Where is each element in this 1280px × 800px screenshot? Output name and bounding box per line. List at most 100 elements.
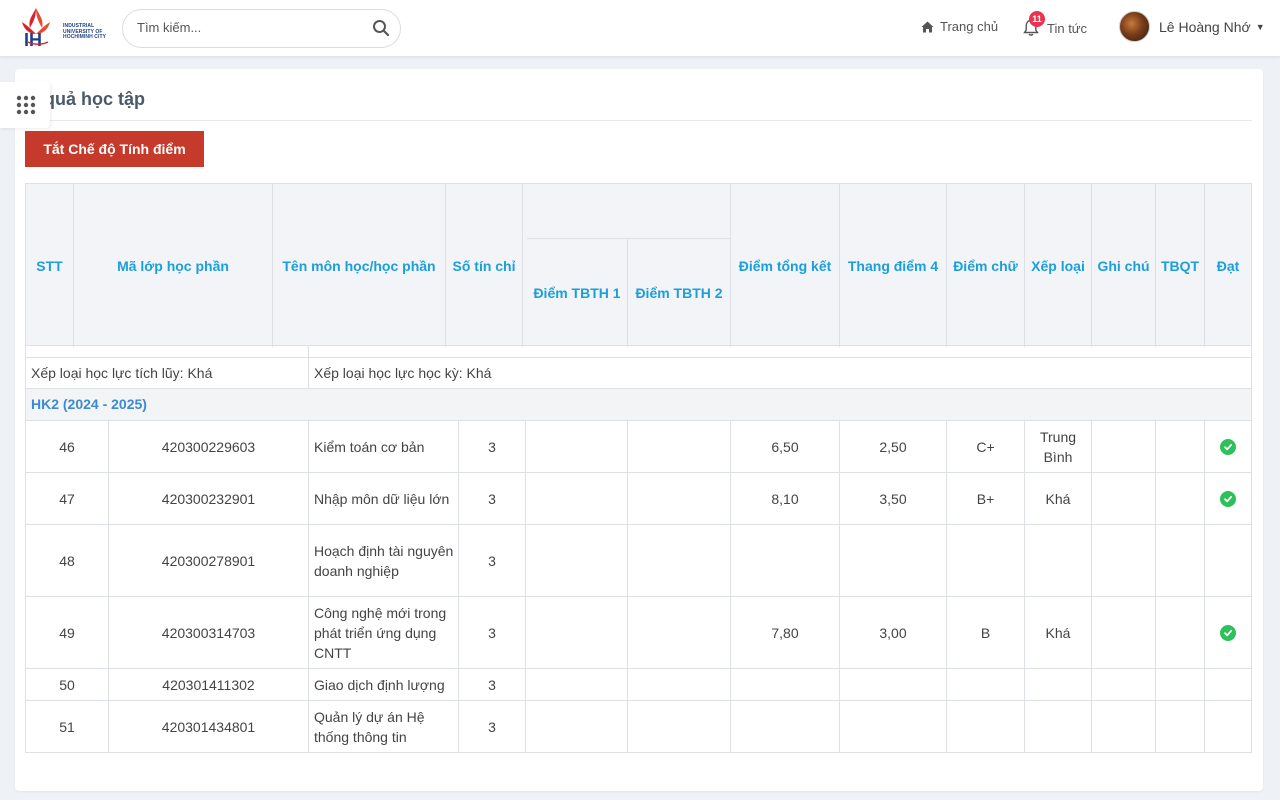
col-thang4[interactable]: Thang điểm 4 [840,184,947,347]
nav-home-link[interactable]: Trang chủ [921,19,998,34]
table-row: 47 420300232901 Nhập môn dữ liệu lớn 3 8,10 3… [25,473,1252,525]
cell-xep-loai [1025,525,1092,596]
semester-label: HK2 (2024 - 2025) [31,396,147,412]
cell-dat [1205,701,1251,752]
logo-text: INDUSTRIAL UNIVERSITY OF HOCHIMINH CITY [63,23,107,40]
grid-icon [16,95,36,115]
cell-so-tin-chi: 3 [459,421,526,472]
cell-so-tin-chi: 3 [459,525,526,596]
cell-xep-loai [1025,701,1092,752]
cell-thang4: 3,50 [840,473,947,524]
nav-news-link[interactable]: 11 Tin tức [1023,11,1088,37]
table-row: 49 420300314703 Công nghệ mới trong phát t… [25,597,1252,669]
cell-tong-ket: 8,10 [731,473,840,524]
toggle-grading-mode-button[interactable]: Tắt Chế độ Tính điểm [25,131,204,167]
col-xep-loai[interactable]: Xếp loại [1025,184,1092,347]
cell-ten-mon: Quản lý dự án Hệ thống thông tin [309,701,459,752]
app-grid-toggle[interactable] [0,82,50,128]
cell-ma-lop: 420301411302 [109,669,309,700]
cell-thang4: 3,00 [840,597,947,668]
col-tbqt[interactable]: TBQT [1156,184,1205,347]
table-header: STT Mã lớp học phần Tên môn học/học phần… [25,183,1252,347]
cell-diem-chu: B [947,597,1025,668]
table-row-partial [25,346,1252,358]
cell-ma-lop: 420301434801 [109,701,309,752]
cell-stt: 48 [26,525,109,596]
university-logo[interactable]: IH INDUSTRIAL UNIVERSITY OF HOCHIMINH CI… [14,4,108,50]
cell-tbqt [1156,421,1205,472]
cell-tbth2 [628,421,731,472]
nav-home-label: Trang chủ [940,19,999,34]
cell-ma-lop: 420300229603 [109,421,309,472]
col-tong-ket[interactable]: Điểm tổng kết [731,184,840,347]
user-menu[interactable]: Lê Hoàng Nhớ ▼ [1119,11,1265,42]
cell-ten-mon: Công nghệ mới trong phát triển ứng dụng … [309,597,459,668]
home-icon [921,21,934,32]
search-input[interactable] [137,20,357,35]
cell-diem-chu [947,525,1025,596]
col-diem-chu[interactable]: Điểm chữ [947,184,1025,347]
cell-thang4: 2,50 [840,421,947,472]
cell-ghi-chu [1092,597,1156,668]
cell-dat [1205,597,1251,668]
nav-news-label: Tin tức [1047,20,1088,36]
cell-diem-chu [947,669,1025,700]
cell-xep-loai: Khá [1025,597,1092,668]
cell-tbth2 [628,473,731,524]
cell-ten-mon: Giao dịch định lượng [309,669,459,700]
table-body: Xếp loại học lực tích lũy: Khá Xếp loại … [25,346,1252,754]
bell-icon: 11 [1023,11,1045,37]
semester-rank: Xếp loại học lực học kỳ: Khá [314,365,492,381]
table-row: 48 420300278901 Hoạch định tài nguyên doan… [25,525,1252,597]
cell-ma-lop: 420300278901 [109,525,309,596]
search-box [122,9,401,48]
cell-tong-ket [731,525,840,596]
cell-xep-loai: Trung Bình [1025,421,1092,472]
top-navbar: IH INDUSTRIAL UNIVERSITY OF HOCHIMINH CI… [0,0,1280,57]
col-tbth1[interactable]: Điểm TBTH 1 [527,238,628,347]
cell-ghi-chu [1092,669,1156,700]
cell-thang4 [840,669,947,700]
title-divider [25,120,1252,121]
col-ma-lop[interactable]: Mã lớp học phần [74,184,273,347]
col-so-tin-chi[interactable]: Số tín chỉ [446,184,523,347]
table-row: 50 420301411302 Giao dịch định lượng 3 [25,669,1252,701]
cell-thang4 [840,701,947,752]
cell-tbqt [1156,701,1205,752]
cell-tbth2 [628,525,731,596]
cell-ma-lop: 420300314703 [109,597,309,668]
semester-row: HK2 (2024 - 2025) [25,389,1252,421]
caret-down-icon: ▼ [1255,21,1265,32]
cell-thang4 [840,525,947,596]
cell-ghi-chu [1092,421,1156,472]
cell-diem-chu: C+ [947,421,1025,472]
svg-text:IH: IH [24,30,42,50]
cell-dat [1205,421,1251,472]
cell-ma-lop: 420300232901 [109,473,309,524]
search-icon[interactable] [372,19,390,37]
col-dat[interactable]: Đạt [1205,184,1251,347]
cell-so-tin-chi: 3 [459,669,526,700]
cell-so-tin-chi: 3 [459,597,526,668]
cell-tong-ket: 6,50 [731,421,840,472]
col-ghi-chu[interactable]: Ghi chú [1092,184,1156,347]
avatar [1119,11,1150,42]
cell-tong-ket [731,701,840,752]
cell-tong-ket: 7,80 [731,597,840,668]
cell-dat [1205,473,1251,524]
cell-stt: 50 [26,669,109,700]
col-ten-mon[interactable]: Tên môn học/học phần [273,184,446,347]
cell-tbth1 [526,597,628,668]
cell-dat [1205,669,1251,700]
table-row: 51 420301434801 Quản lý dự án Hệ thống thô… [25,701,1252,753]
cell-ten-mon: Nhập môn dữ liệu lớn [309,473,459,524]
cell-tbth1 [526,421,628,472]
cell-dat [1205,525,1251,596]
cell-diem-chu [947,701,1025,752]
cell-tbqt [1156,597,1205,668]
col-stt[interactable]: STT [26,184,74,347]
col-tbth2[interactable]: Điểm TBTH 2 [628,238,731,347]
cell-tbth1 [526,473,628,524]
cell-ghi-chu [1092,473,1156,524]
cell-xep-loai: Khá [1025,473,1092,524]
